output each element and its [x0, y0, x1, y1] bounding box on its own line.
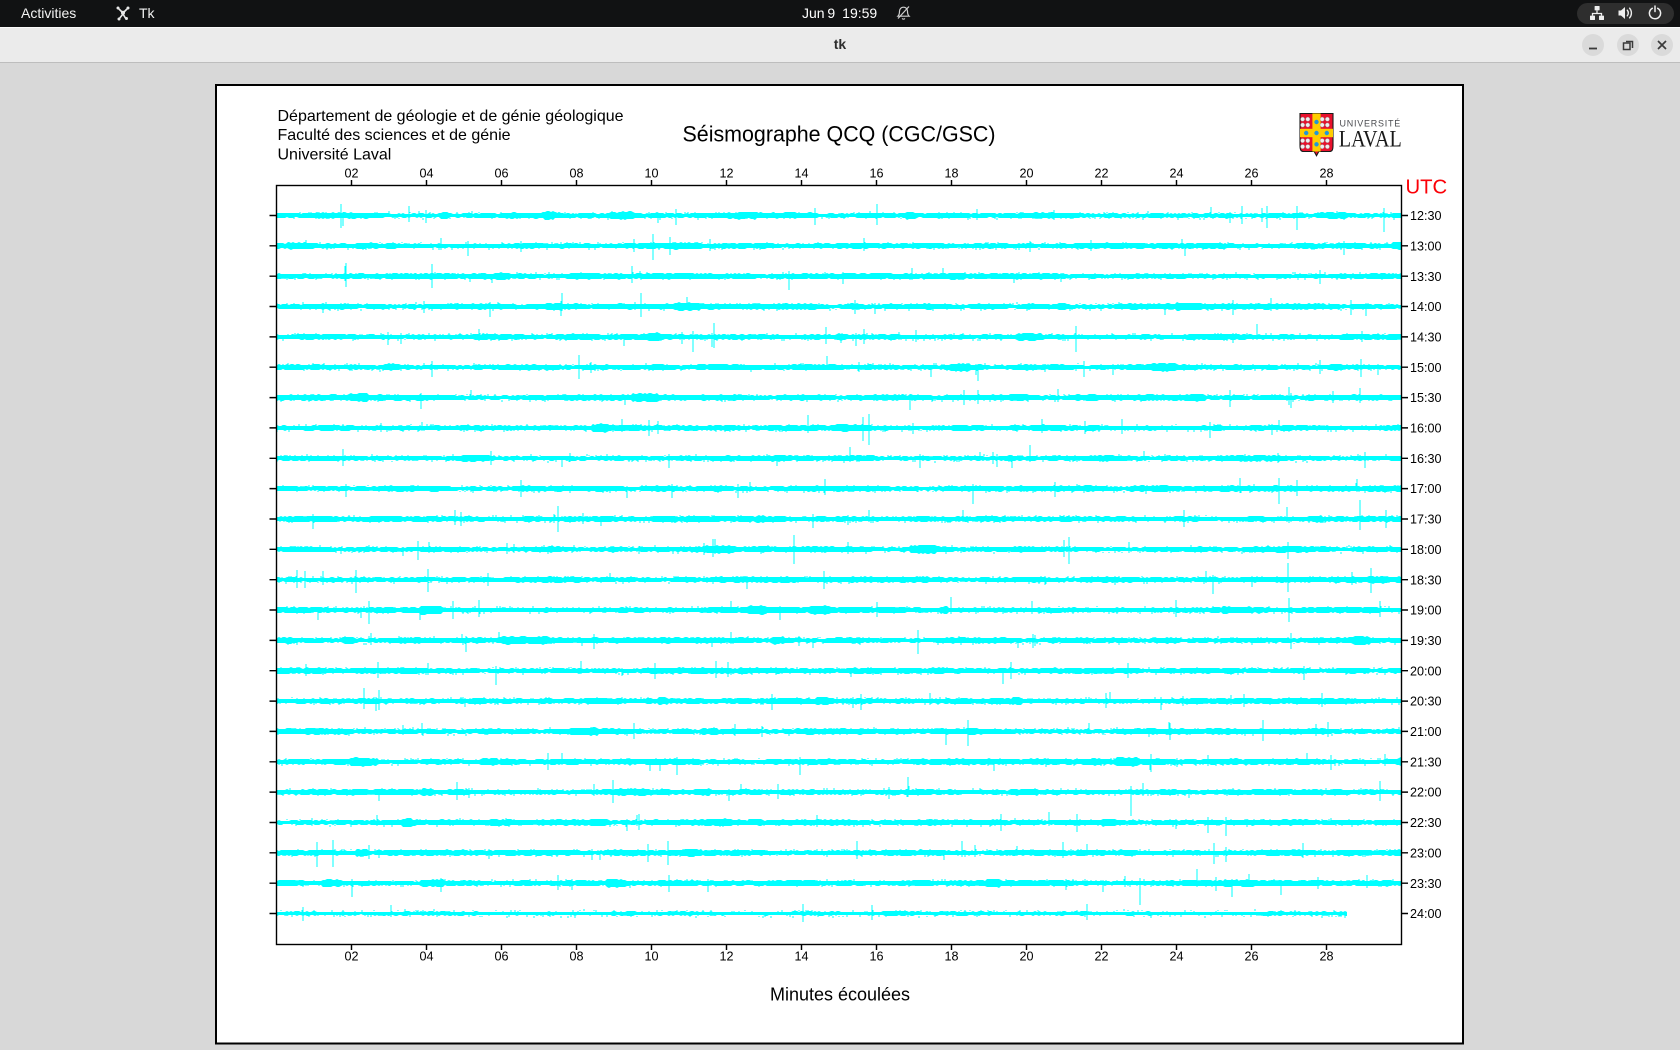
svg-text:02: 02 — [344, 167, 358, 181]
svg-text:22:30: 22:30 — [1410, 816, 1442, 830]
svg-text:14: 14 — [794, 167, 808, 181]
svg-text:18: 18 — [944, 950, 958, 964]
svg-text:18:00: 18:00 — [1410, 543, 1442, 557]
svg-text:17:30: 17:30 — [1410, 513, 1442, 527]
svg-text:20:30: 20:30 — [1410, 695, 1442, 709]
svg-text:21:00: 21:00 — [1410, 725, 1442, 739]
svg-text:13:30: 13:30 — [1410, 270, 1442, 284]
svg-text:04: 04 — [419, 167, 433, 181]
svg-text:26: 26 — [1244, 950, 1258, 964]
svg-text:20: 20 — [1019, 167, 1033, 181]
svg-text:24:00: 24:00 — [1410, 907, 1442, 921]
svg-text:16:30: 16:30 — [1410, 452, 1442, 466]
svg-text:20: 20 — [1019, 950, 1033, 964]
svg-text:18:30: 18:30 — [1410, 573, 1442, 587]
svg-text:19:00: 19:00 — [1410, 604, 1442, 618]
svg-text:12: 12 — [719, 167, 733, 181]
svg-text:Séismographe QCQ (CGC/GSC): Séismographe QCQ (CGC/GSC) — [683, 122, 996, 147]
svg-text:16:00: 16:00 — [1410, 422, 1442, 436]
svg-text:LAVAL: LAVAL — [1339, 127, 1402, 152]
svg-text:24: 24 — [1169, 950, 1183, 964]
svg-text:14: 14 — [794, 950, 808, 964]
svg-text:15:30: 15:30 — [1410, 391, 1442, 405]
svg-text:10: 10 — [644, 950, 658, 964]
svg-text:15:00: 15:00 — [1410, 361, 1442, 375]
svg-text:16: 16 — [869, 950, 883, 964]
svg-text:04: 04 — [419, 950, 433, 964]
svg-text:06: 06 — [494, 167, 508, 181]
svg-text:28: 28 — [1319, 950, 1333, 964]
svg-text:21:30: 21:30 — [1410, 755, 1442, 769]
svg-text:08: 08 — [569, 950, 583, 964]
svg-text:08: 08 — [569, 167, 583, 181]
svg-text:22: 22 — [1094, 950, 1108, 964]
svg-text:23:00: 23:00 — [1410, 846, 1442, 860]
svg-text:24: 24 — [1169, 167, 1183, 181]
svg-text:UTC: UTC — [1406, 177, 1448, 199]
svg-text:13:00: 13:00 — [1410, 239, 1442, 253]
svg-text:20:00: 20:00 — [1410, 664, 1442, 678]
svg-text:17:00: 17:00 — [1410, 482, 1442, 496]
svg-text:18: 18 — [944, 167, 958, 181]
svg-text:Minutes écoulées: Minutes écoulées — [770, 985, 910, 1005]
svg-text:23:30: 23:30 — [1410, 877, 1442, 891]
svg-text:22: 22 — [1094, 167, 1108, 181]
svg-text:Département de géologie et de: Département de géologie et de génie géol… — [278, 108, 624, 125]
svg-text:26: 26 — [1244, 167, 1258, 181]
svg-text:10: 10 — [644, 167, 658, 181]
svg-text:Faculté des sciences et de gén: Faculté des sciences et de génie — [278, 127, 511, 144]
svg-text:Université Laval: Université Laval — [278, 146, 392, 163]
svg-text:02: 02 — [344, 950, 358, 964]
svg-text:14:30: 14:30 — [1410, 331, 1442, 345]
svg-text:06: 06 — [494, 950, 508, 964]
svg-text:12: 12 — [719, 950, 733, 964]
svg-text:28: 28 — [1319, 167, 1333, 181]
svg-text:19:30: 19:30 — [1410, 634, 1442, 648]
svg-text:14:00: 14:00 — [1410, 300, 1442, 314]
svg-text:22:00: 22:00 — [1410, 786, 1442, 800]
svg-text:16: 16 — [869, 167, 883, 181]
svg-text:12:30: 12:30 — [1410, 209, 1442, 223]
